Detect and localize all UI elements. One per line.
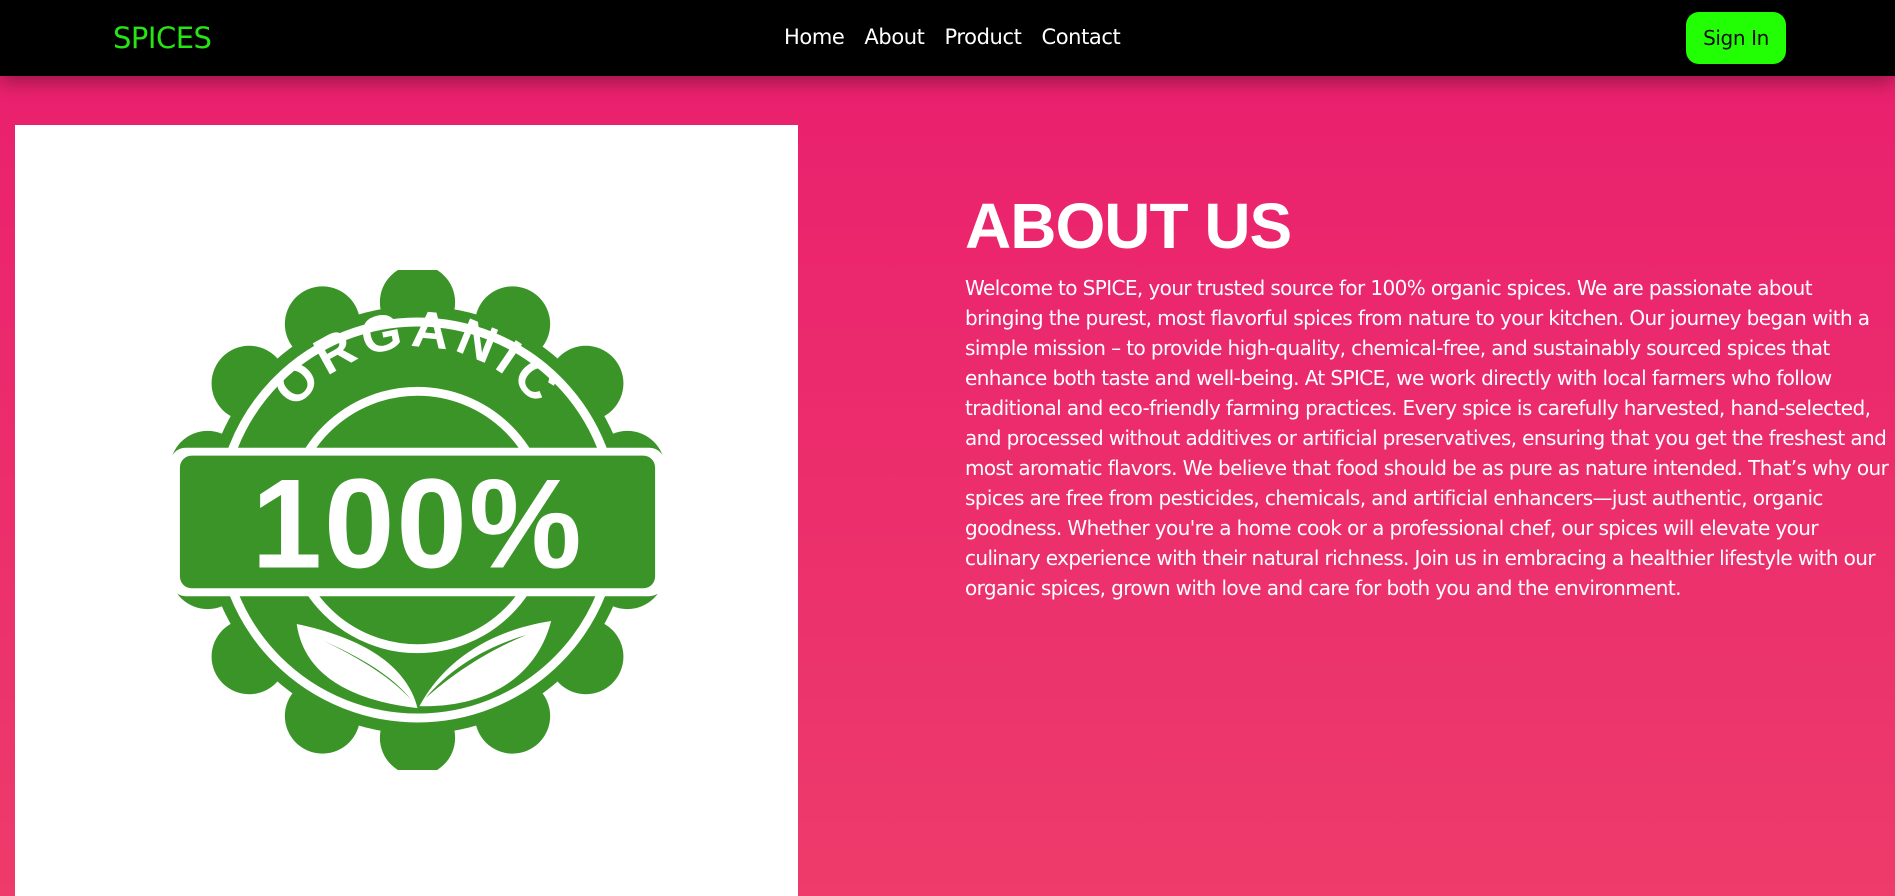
nav-link-contact[interactable]: Contact	[1041, 21, 1120, 53]
badge-banner-text: 100%	[251, 453, 583, 595]
navbar: SPICES Home About Product Contact Sign I…	[0, 0, 1895, 76]
nav-link-about[interactable]: About	[864, 21, 924, 53]
about-title: ABOUT US	[965, 190, 1292, 262]
nav-links: Home About Product Contact	[784, 21, 1121, 53]
organic-100-percent-badge-icon: ORGANIC 100%	[170, 270, 665, 770]
brand-logo[interactable]: SPICES	[113, 18, 212, 58]
about-image-panel: ORGANIC 100%	[15, 125, 798, 896]
nav-link-product[interactable]: Product	[945, 21, 1022, 53]
nav-link-home[interactable]: Home	[784, 21, 845, 53]
about-description: Welcome to SPICE, your trusted source fo…	[965, 276, 1889, 600]
sign-in-button[interactable]: Sign In	[1686, 12, 1786, 64]
